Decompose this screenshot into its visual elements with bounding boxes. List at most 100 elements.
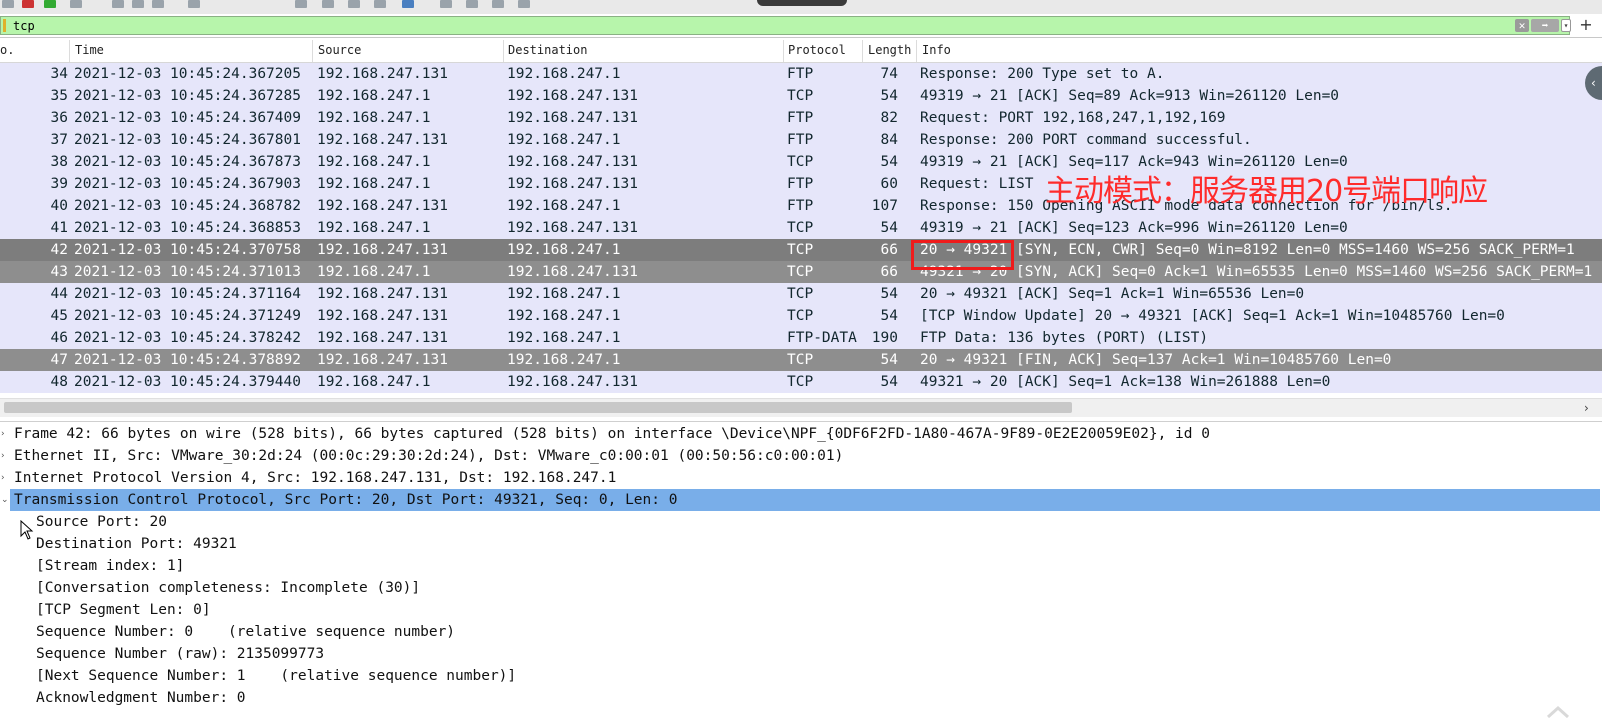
resize-columns-icon[interactable] [518, 0, 530, 8]
detail-tree-item[interactable]: › Frame 42: 66 bytes on wire (528 bits), … [0, 423, 1602, 445]
column-header-no[interactable]: o. [0, 43, 14, 57]
packet-destination: 192.168.247.131 [507, 110, 638, 126]
restart-capture-icon[interactable] [44, 0, 56, 8]
packet-time: 2021-12-03 10:45:24.368853 [74, 220, 301, 236]
packet-destination: 192.168.247.1 [507, 352, 621, 368]
detail-tree-item[interactable]: › Ethernet II, Src: VMware_30:2d:24 (00:0… [0, 445, 1602, 467]
column-divider[interactable] [862, 40, 863, 62]
collapse-icon[interactable]: ⌄ [1, 489, 9, 511]
display-filter-input[interactable] [13, 17, 1493, 34]
column-header-source[interactable]: Source [318, 43, 361, 57]
packet-no: 47 [50, 352, 68, 368]
horizontal-scrollbar[interactable]: › [0, 398, 1602, 417]
apply-filter-button[interactable]: ➡ [1531, 19, 1559, 32]
go-to-packet-icon[interactable] [374, 0, 386, 8]
detail-text: Transmission Control Protocol, Src Port:… [14, 492, 678, 508]
detail-tree-item[interactable]: Destination Port: 49321 [0, 533, 1602, 555]
expand-icon[interactable]: › [1, 423, 5, 445]
packet-row[interactable]: 45 2021-12-03 10:45:24.371249 192.168.247.… [0, 305, 1602, 327]
detail-tree-item[interactable]: Acknowledgment Number: 0 [0, 687, 1602, 709]
go-forward-icon[interactable] [348, 0, 360, 8]
packet-no: 42 [50, 242, 68, 258]
packet-row[interactable]: 34 2021-12-03 10:45:24.367205 192.168.247.… [0, 63, 1602, 85]
close-file-icon[interactable] [152, 0, 164, 8]
packet-time: 2021-12-03 10:45:24.371164 [74, 286, 301, 302]
packet-row[interactable]: 35 2021-12-03 10:45:24.367285 192.168.247.… [0, 85, 1602, 107]
display-filter-field[interactable]: ✕ ➡ ▾ [0, 16, 1571, 35]
detail-tree-item[interactable]: [TCP Segment Len: 0] [0, 599, 1602, 621]
packet-no: 37 [50, 132, 68, 148]
add-filter-button[interactable]: + [1575, 15, 1597, 35]
find-icon[interactable] [295, 0, 307, 8]
open-file-icon[interactable] [112, 0, 124, 8]
packet-time: 2021-12-03 10:45:24.368782 [74, 198, 301, 214]
toolbar-icon[interactable] [2, 0, 14, 8]
go-back-icon[interactable] [322, 0, 334, 8]
packet-no: 39 [50, 176, 68, 192]
packet-row-selected[interactable]: 42 2021-12-03 10:45:24.370758 192.168.247.… [0, 239, 1602, 261]
column-header-info[interactable]: Info [922, 43, 951, 57]
detail-tree-item[interactable]: Sequence Number (raw): 2135099773 [0, 643, 1602, 665]
packet-row[interactable]: 37 2021-12-03 10:45:24.367801 192.168.247.… [0, 129, 1602, 151]
packet-length: 60 [880, 176, 898, 192]
scrollbar-thumb[interactable] [4, 402, 1072, 413]
packet-time: 2021-12-03 10:45:24.371013 [74, 264, 301, 280]
expand-icon[interactable]: › [1, 445, 5, 467]
resize-grip-icon[interactable] [1544, 704, 1574, 718]
packet-row[interactable]: 44 2021-12-03 10:45:24.371164 192.168.247.… [0, 283, 1602, 305]
detail-tree-item[interactable]: Sequence Number: 0 (relative sequence nu… [0, 621, 1602, 643]
detail-tree-item-selected[interactable]: Transmission Control Protocol, Src Port:… [10, 489, 1600, 511]
packet-protocol: TCP [787, 374, 814, 390]
column-divider[interactable] [783, 40, 784, 62]
detail-tree-item[interactable]: [Conversation completeness: Incomplete (… [0, 577, 1602, 599]
column-divider[interactable] [503, 40, 504, 62]
packet-row[interactable]: 43 2021-12-03 10:45:24.371013 192.168.247.… [0, 261, 1602, 283]
packet-source: 192.168.247.131 [317, 308, 448, 324]
packet-info: [TCP Window Update] 20 → 49321 [ACK] Seq… [920, 308, 1505, 324]
zoom-in-icon[interactable] [440, 0, 452, 8]
column-header-time[interactable]: Time [75, 43, 104, 57]
detail-tree-item[interactable]: › Internet Protocol Version 4, Src: 192.1… [0, 467, 1602, 489]
packet-length: 54 [880, 88, 898, 104]
zoom-out-icon[interactable] [466, 0, 478, 8]
reload-icon[interactable] [188, 0, 200, 8]
column-divider[interactable] [312, 40, 313, 62]
packet-info: 49319 → 21 [ACK] Seq=89 Ack=913 Win=2611… [920, 88, 1340, 104]
detail-tree-item[interactable]: Source Port: 20 [0, 511, 1602, 533]
save-file-icon[interactable] [132, 0, 144, 8]
packet-row[interactable]: 46 2021-12-03 10:45:24.378242 192.168.247.… [0, 327, 1602, 349]
packet-row[interactable]: 48 2021-12-03 10:45:24.379440 192.168.247.… [0, 371, 1602, 393]
column-header-destination[interactable]: Destination [508, 43, 587, 57]
column-divider[interactable] [916, 40, 917, 62]
detail-tree-item[interactable]: [Next Sequence Number: 1 (relative seque… [0, 665, 1602, 687]
packet-protocol: TCP [787, 264, 814, 280]
detail-tree-item[interactable]: [Stream index: 1] [0, 555, 1602, 577]
clear-filter-button[interactable]: ✕ [1515, 19, 1529, 32]
packet-time: 2021-12-03 10:45:24.367285 [74, 88, 301, 104]
column-header-length[interactable]: Length [868, 43, 911, 57]
packet-row[interactable]: 41 2021-12-03 10:45:24.368853 192.168.247.… [0, 217, 1602, 239]
options-icon[interactable] [70, 0, 82, 8]
column-header-protocol[interactable]: Protocol [788, 43, 846, 57]
detail-text: Acknowledgment Number: 0 [36, 690, 246, 706]
filter-history-dropdown[interactable]: ▾ [1561, 19, 1571, 32]
packet-details-pane[interactable]: › Frame 42: 66 bytes on wire (528 bits), … [0, 421, 1602, 719]
packet-time: 2021-12-03 10:45:24.371249 [74, 308, 301, 324]
bookmark-icon[interactable] [3, 19, 6, 32]
expand-icon[interactable]: › [1, 467, 5, 489]
scroll-right-arrow-icon[interactable]: › [1584, 399, 1589, 417]
colorize-icon[interactable] [402, 0, 414, 8]
packet-source: 192.168.247.131 [317, 330, 448, 346]
packet-protocol: TCP [787, 308, 814, 324]
packet-row[interactable]: 36 2021-12-03 10:45:24.367409 192.168.247.… [0, 107, 1602, 129]
packet-row[interactable]: 47 2021-12-03 10:45:24.378892 192.168.247.… [0, 349, 1602, 371]
column-divider[interactable] [69, 40, 70, 62]
packet-length: 190 [871, 330, 898, 346]
normal-size-icon[interactable] [492, 0, 504, 8]
packet-length: 84 [880, 132, 898, 148]
packet-length: 66 [880, 264, 898, 280]
packet-no: 40 [50, 198, 68, 214]
mouse-cursor-icon [20, 520, 34, 540]
packet-list[interactable]: 34 2021-12-03 10:45:24.367205 192.168.247.… [0, 63, 1602, 396]
stop-capture-icon[interactable] [22, 0, 34, 8]
